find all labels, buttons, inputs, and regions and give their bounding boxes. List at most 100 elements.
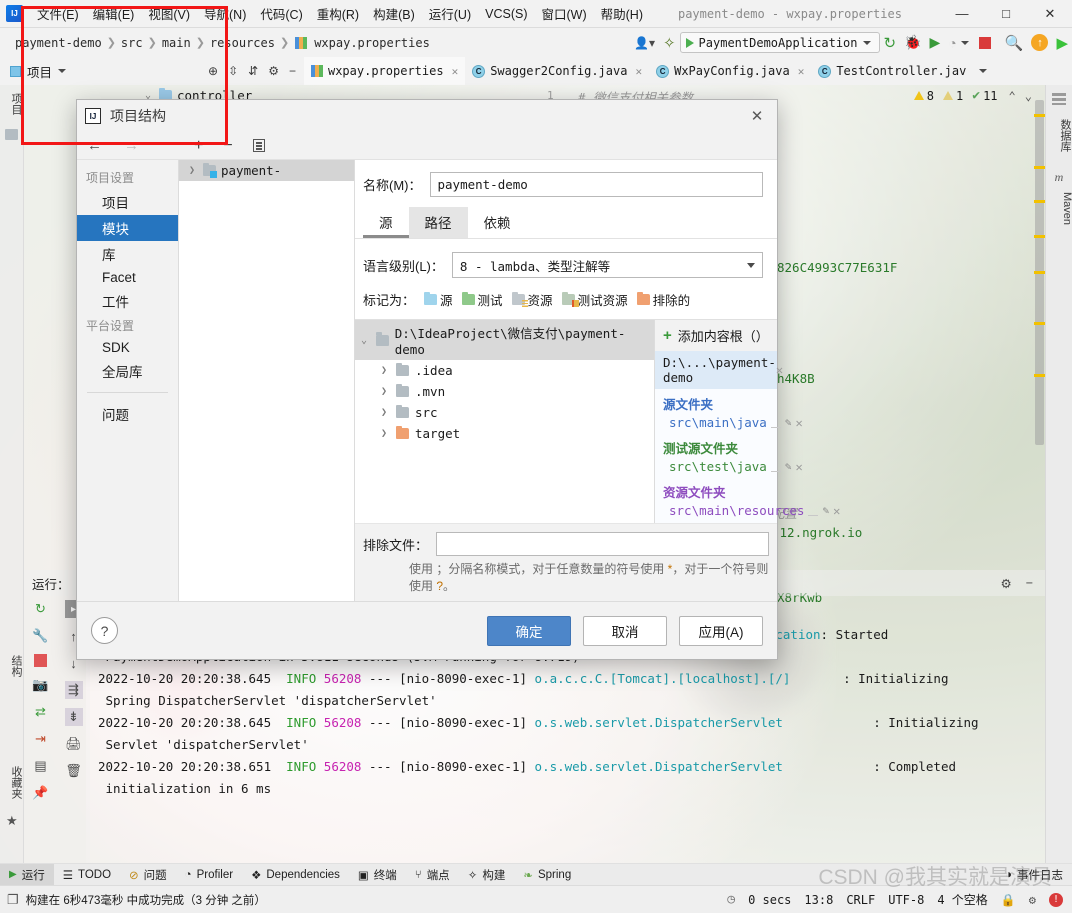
expand-all-icon[interactable]: ⇳ <box>228 64 238 78</box>
soft-wrap-icon[interactable]: ⇶ <box>64 681 83 699</box>
category-item-modules[interactable]: 模块 <box>77 215 178 241</box>
star-icon[interactable]: ★ <box>6 813 18 829</box>
menu-navigate[interactable]: 导航(N) <box>197 0 253 27</box>
mark-as-test-resources[interactable]: 测试资源 <box>561 290 628 309</box>
category-item-facets[interactable]: Facet <box>77 267 178 288</box>
forward-button[interactable]: → <box>124 137 139 154</box>
strip-item-maven[interactable]: Maven <box>1046 184 1072 233</box>
prev-problem-icon[interactable]: ⌃ <box>1009 89 1016 103</box>
trash-icon[interactable]: 🗑 <box>65 762 83 780</box>
locate-icon[interactable]: ⊕ <box>208 64 218 78</box>
dialog-close-button[interactable]: ✕ <box>743 103 771 129</box>
tool-button-run[interactable]: ▶ 运行 <box>0 863 54 886</box>
close-icon[interactable]: ✕ <box>798 65 805 78</box>
tab-swagger2config-java[interactable]: C Swagger2Config.java ✕ <box>465 57 649 85</box>
category-item-project[interactable]: 项目 <box>77 189 178 215</box>
tab-paths[interactable]: 路径 <box>408 207 468 238</box>
indent-setting[interactable]: 4 个空格 <box>937 891 987 908</box>
category-item-sdks[interactable]: SDK <box>77 337 178 358</box>
stop-icon[interactable] <box>978 36 991 49</box>
breadcrumb-item[interactable]: wxpay.properties <box>311 36 433 50</box>
strip-item-database[interactable]: 数据库 <box>1046 111 1072 160</box>
chevron-right-icon[interactable]: ❯ <box>381 407 390 418</box>
chevron-right-icon[interactable]: ❯ <box>381 365 390 376</box>
hide-icon[interactable]: − <box>289 64 296 78</box>
remove-icon[interactable]: ✕ <box>795 416 802 430</box>
mark-as-sources[interactable]: 源 <box>424 290 453 309</box>
file-encoding[interactable]: UTF-8 <box>888 893 924 907</box>
mark-as-excluded[interactable]: 排除的 <box>636 290 690 309</box>
minimize-icon[interactable]: − <box>1026 576 1033 590</box>
tab-list-dropdown[interactable] <box>973 57 993 85</box>
remove-button[interactable]: − <box>223 137 232 154</box>
search-icon[interactable]: 🔍 <box>1005 34 1024 52</box>
run-sidebar-left[interactable]: ↻ 🔧 📷 ⇄ ⇥ ▤ 📌 <box>24 596 57 885</box>
profile-run-icon[interactable]: ◔ <box>948 35 956 51</box>
source-folder-row[interactable]: src\main\java ✎ ✕ <box>655 414 803 433</box>
exclude-files-input[interactable] <box>436 532 769 556</box>
left-tool-strip[interactable]: 项目 结构 收藏夹 ★ <box>0 85 24 885</box>
right-tool-strip[interactable]: 数据库 m Maven <box>1045 85 1072 885</box>
content-root-tree[interactable]: ⌄ D:\IdeaProject\微信支付\payment-demo ❯ .id… <box>355 320 655 523</box>
module-tree-row[interactable]: ❯ payment- <box>179 160 354 181</box>
category-item-artifacts[interactable]: 工件 <box>77 288 178 314</box>
language-level-combo[interactable]: 8 - lambda、类型注解等 <box>451 252 763 278</box>
tool-button-event-log[interactable]: ◑ 事件日志 <box>996 864 1072 886</box>
chevron-down-icon[interactable] <box>960 40 969 45</box>
close-icon[interactable]: ✕ <box>452 65 459 78</box>
mark-as-resources[interactable]: 资源 <box>511 290 553 309</box>
test-source-folder-row[interactable]: src\test\java ✎ ✕ <box>655 458 803 477</box>
strip-item-project[interactable]: 项目 <box>0 85 24 123</box>
collapse-all-icon[interactable]: ⇵ <box>248 64 258 78</box>
menu-run[interactable]: 运行(U) <box>422 0 478 27</box>
tool-button-problems[interactable]: ⊘ 问题 <box>120 864 176 886</box>
run-icon[interactable]: ↻ <box>884 34 897 52</box>
apply-button[interactable]: 应用(A) <box>679 615 763 646</box>
strip-item-structure[interactable]: 结构 <box>0 647 24 685</box>
root-tree-row[interactable]: ❯ .idea <box>355 360 654 381</box>
update-icon[interactable]: ↑ <box>1031 34 1049 51</box>
root-tree-row[interactable]: ❯ src <box>355 402 654 423</box>
layout-icon[interactable]: ▤ <box>32 757 50 775</box>
next-problem-icon[interactable]: ⌄ <box>1025 89 1032 103</box>
category-item-global-libraries[interactable]: 全局库 <box>77 358 178 384</box>
category-item-libraries[interactable]: 库 <box>77 241 178 267</box>
pin-icon[interactable]: 📌 <box>32 784 50 802</box>
tool-button-spring[interactable]: ❧ Spring <box>514 864 580 886</box>
chevron-right-icon[interactable]: ❯ <box>381 386 390 397</box>
help-button[interactable]: ? <box>91 617 118 644</box>
menu-code[interactable]: 代码(C) <box>253 0 309 27</box>
root-tree-row[interactable]: ❯ target <box>355 423 654 444</box>
tool-button-dependencies[interactable]: ❖ Dependencies <box>242 864 349 886</box>
notification-icon[interactable]: ! <box>1049 892 1063 907</box>
strip-item-favorites[interactable]: 收藏夹 <box>0 758 24 807</box>
tool-button-endpoints[interactable]: ⑂ 端点 <box>406 864 459 886</box>
menu-edit[interactable]: 编辑(E) <box>86 0 142 27</box>
project-tool-button[interactable]: 项目 <box>0 57 200 85</box>
lock-icon[interactable]: 🔒 <box>1001 893 1016 907</box>
breadcrumb-item[interactable]: src <box>118 36 146 50</box>
resource-folder-row[interactable]: src\main\resources ✎ ✕ <box>655 502 840 521</box>
menu-vcs[interactable]: VCS(S) <box>478 3 534 25</box>
menu-file[interactable]: 文件(E) <box>30 0 86 27</box>
run-configuration-selector[interactable]: PaymentDemoApplication <box>679 32 880 53</box>
tab-sources[interactable]: 源 <box>363 207 409 238</box>
cancel-button[interactable]: 取消 <box>583 615 667 646</box>
ok-button[interactable]: 确定 <box>487 615 571 646</box>
tab-dependencies[interactable]: 依赖 <box>468 207 527 238</box>
remove-icon[interactable]: ✕ <box>795 460 802 474</box>
root-tree-row[interactable]: ❯ .mvn <box>355 381 654 402</box>
export-icon[interactable]: ⇥ <box>32 730 50 748</box>
edit-pencil-icon[interactable]: ✎ <box>785 416 792 429</box>
add-button[interactable]: + <box>194 137 203 154</box>
stop-icon[interactable] <box>34 654 47 667</box>
tab-wxpay-properties[interactable]: wxpay.properties ✕ <box>303 57 466 85</box>
debug-icon[interactable]: 🐞 <box>904 34 921 51</box>
line-separator[interactable]: CRLF <box>846 893 875 907</box>
chevron-right-icon[interactable]: ❯ <box>381 428 390 439</box>
close-button[interactable]: ✕ <box>1028 0 1072 27</box>
menu-refactor[interactable]: 重构(R) <box>310 0 366 27</box>
breadcrumb-item[interactable]: payment-demo <box>12 36 105 50</box>
edit-pencil-icon[interactable]: ✎ <box>785 460 792 473</box>
tool-button-todo[interactable]: ☰ TODO <box>54 864 120 886</box>
